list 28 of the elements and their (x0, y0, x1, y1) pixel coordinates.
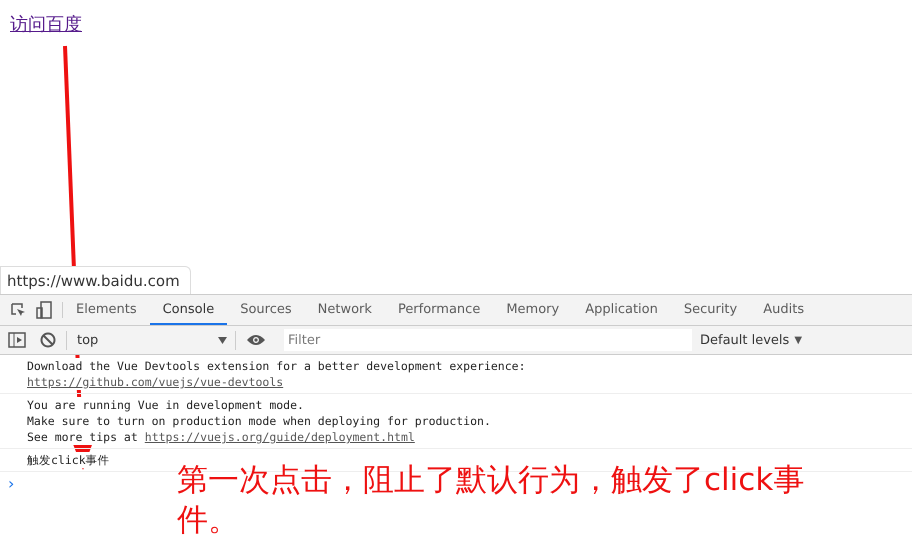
devtools-tab[interactable]: Network (304, 295, 385, 325)
console-text: 触发click事件 (27, 452, 110, 468)
devtools-tab[interactable]: Audits (750, 295, 818, 325)
dropdown-caret-icon (218, 336, 227, 344)
devtools-tab[interactable]: Security (670, 295, 750, 325)
inspect-icon[interactable] (10, 302, 26, 318)
device-icon[interactable] (36, 301, 52, 319)
status-url: https://www.baidu.com (0, 266, 191, 294)
eye-icon[interactable] (246, 334, 266, 346)
console-link[interactable]: https://github.com/vuejs/vue-devtools (27, 374, 284, 390)
console-text: See more tips at (27, 429, 138, 445)
levels-dropdown[interactable]: Default levels ▼ (700, 332, 802, 348)
console-text: Make sure to turn on production mode when deploying for production. (27, 413, 491, 429)
devtools-tab[interactable]: Elements (63, 295, 150, 325)
devtools-tab[interactable]: Application (572, 295, 671, 325)
annotation-text: 第一次点击，阻止了默认行为，触发了click事件。 (177, 461, 806, 540)
sidebar-toggle-icon[interactable] (8, 332, 26, 348)
console-text: You are running Vue in development mode. (27, 397, 304, 413)
devtools-tab[interactable]: Memory (493, 295, 572, 325)
visit-link[interactable]: 访问百度 (10, 14, 82, 35)
clear-console-icon[interactable] (40, 332, 56, 348)
context-select[interactable]: top (66, 330, 236, 350)
devtools-tab[interactable]: Sources (227, 295, 305, 325)
filter-field[interactable]: Filter (284, 329, 692, 351)
console-prompt[interactable]: › (8, 474, 14, 493)
devtools-tab[interactable]: Performance (384, 295, 494, 325)
console-text: Download the Vue Devtools extension for a better development experience: (27, 358, 526, 374)
console-link[interactable]: https://vuejs.org/guide/deployment.html (144, 429, 415, 445)
